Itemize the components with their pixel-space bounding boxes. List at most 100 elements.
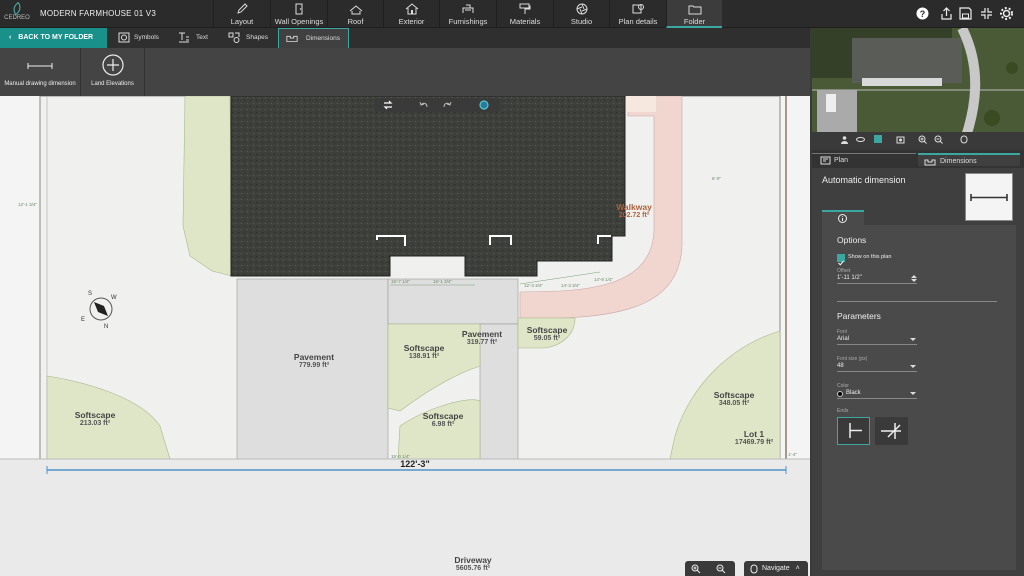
redo-icon[interactable] — [442, 100, 452, 110]
minimap-render — [812, 28, 1024, 148]
tab-dimensions-panel[interactable]: Dimensions — [918, 153, 1020, 166]
back-to-folder-button[interactable]: ‹ BACK TO MY FOLDER — [0, 28, 107, 48]
font-size-label: Font size (px) — [837, 356, 868, 362]
info-tab[interactable] — [822, 210, 864, 225]
label-softscape-lower[interactable]: Softscape 6.98 ft² — [413, 411, 473, 428]
label-pavement-left[interactable]: Pavement 779.99 ft² — [274, 352, 354, 369]
dim-label: 12'-1 3/4" — [18, 202, 37, 207]
tab-text[interactable]: Text — [172, 28, 219, 48]
secondary-toolbar: ‹ BACK TO MY FOLDER Symbols Text Shapes … — [0, 28, 810, 48]
view-3d-icon[interactable] — [478, 99, 490, 111]
label-softscape-small[interactable]: Softscape 59.05 ft² — [517, 325, 577, 342]
tab-label: Furnishings — [448, 17, 488, 26]
minimap-zoom-in-icon[interactable] — [918, 135, 927, 144]
tab-roof[interactable]: Roof — [327, 0, 383, 28]
plan-icon — [820, 156, 831, 165]
tab-plan[interactable]: Plan — [812, 153, 916, 166]
tab-furnishings[interactable]: Furnishings — [439, 0, 496, 28]
tab-layout[interactable]: Layout — [213, 0, 270, 28]
undo-icon[interactable] — [419, 100, 429, 110]
tab-symbols[interactable]: Symbols — [112, 28, 167, 48]
navigate-button[interactable]: Navigate ˄ — [744, 561, 808, 576]
tab-label: Plan — [834, 157, 849, 164]
orbit-view-icon[interactable] — [856, 135, 865, 144]
dim-label: 15'-0 1/4" — [391, 454, 410, 459]
main-dimension-label[interactable]: 122'-3" — [380, 459, 450, 469]
swap-icon[interactable] — [383, 100, 393, 110]
dim-label: 14'-8 1/4" — [594, 277, 613, 282]
tab-label: Materials — [509, 17, 541, 26]
end-style-tick-button[interactable] — [837, 417, 870, 445]
settings-icon[interactable] — [1000, 7, 1013, 20]
tab-folder[interactable]: Folder — [666, 0, 722, 28]
paint-roller-icon — [519, 3, 531, 14]
compass-s: S — [88, 291, 92, 297]
tab-shapes[interactable]: Shapes — [222, 28, 274, 48]
end-slash-icon — [881, 423, 901, 439]
dimension-tools-panel: Manual drawing dimension Land Elevations — [0, 48, 810, 96]
help-icon[interactable]: ? — [916, 7, 929, 20]
show-on-plan-checkbox[interactable] — [837, 254, 845, 266]
compass-e: E — [81, 317, 85, 323]
save-icon[interactable] — [959, 7, 972, 20]
person-view-icon[interactable] — [840, 135, 849, 144]
offset-input[interactable]: 1'-11 1/2" — [837, 275, 917, 284]
color-select[interactable]: Black — [837, 390, 917, 399]
mouse-icon — [750, 564, 758, 574]
chevron-down-icon — [910, 392, 916, 395]
collapse-icon[interactable] — [980, 7, 993, 20]
label-softscape-center[interactable]: Softscape 138.91 ft² — [394, 343, 454, 360]
cedreo-logo-icon — [10, 1, 24, 16]
top-bar: CEDREO MODERN FARMHOUSE 01 V3 Layout Wal… — [0, 0, 1024, 28]
minimap-mouse-icon[interactable] — [960, 135, 968, 144]
minimap-zoom-out-icon[interactable] — [934, 135, 943, 144]
shapes-icon — [228, 32, 240, 43]
parameters-title: Parameters — [837, 311, 881, 321]
door-icon — [295, 3, 303, 15]
end-style-slash-button[interactable] — [875, 417, 908, 445]
minimap[interactable] — [812, 28, 1024, 148]
tab-studio[interactable]: Studio — [553, 0, 609, 28]
tab-label: Exterior — [398, 17, 425, 26]
options-title: Options — [837, 235, 867, 245]
navigate-label: Navigate — [762, 565, 790, 572]
zoom-in-icon[interactable] — [691, 564, 701, 574]
label-softscape-right[interactable]: Softscape 348.05 ft² — [700, 390, 768, 407]
color-value: Black — [846, 390, 861, 396]
tab-plan-details[interactable]: Plan details — [609, 0, 666, 28]
camera-icon[interactable] — [896, 135, 905, 144]
roof-icon — [349, 5, 362, 15]
dimension-line-icon — [27, 63, 53, 69]
share-icon[interactable] — [940, 7, 953, 20]
plan-canvas[interactable]: S W E N Walkway 202.72 ft² Pavement 779.99… — [0, 96, 810, 576]
label-lot[interactable]: Lot 1 17469.79 ft² — [720, 429, 788, 446]
tab-label: Plan details — [618, 17, 658, 26]
view-mode-icon[interactable] — [873, 134, 883, 144]
tab-wall-openings[interactable]: Wall Openings — [270, 0, 327, 28]
land-elevations-button[interactable]: Land Elevations — [81, 48, 145, 96]
svg-text:?: ? — [920, 9, 926, 19]
label-walkway[interactable]: Walkway 202.72 ft² — [604, 202, 664, 219]
color-swatch — [837, 391, 843, 397]
tab-materials[interactable]: Materials — [496, 0, 553, 28]
ends-label: Ends — [837, 408, 849, 414]
tab-exterior[interactable]: Exterior — [383, 0, 439, 28]
tab-label: Dimensions — [306, 35, 340, 42]
label-driveway[interactable]: Driveway 5605.76 ft² — [438, 555, 508, 572]
font-size-select[interactable]: 48 — [837, 363, 917, 372]
aperture-icon — [576, 3, 587, 15]
symbols-icon — [118, 32, 130, 43]
manual-drawing-dimension-button[interactable]: Manual drawing dimension — [0, 48, 81, 96]
section-divider — [837, 301, 997, 302]
dimensions-icon — [924, 159, 936, 166]
font-select[interactable]: Arial — [837, 336, 917, 345]
label-softscape-left[interactable]: Softscape 213.03 ft² — [64, 410, 126, 427]
site-plan-drawing — [0, 96, 810, 576]
app-logo[interactable]: CEDREO — [2, 1, 32, 26]
tab-label: Text — [196, 34, 208, 41]
pencil-icon — [237, 3, 248, 14]
stepper-icon[interactable] — [911, 274, 917, 283]
label-pavement-center[interactable]: Pavement 319.77 ft² — [452, 329, 512, 346]
zoom-out-icon[interactable] — [716, 564, 726, 574]
tab-dimensions[interactable]: Dimensions — [278, 28, 349, 48]
